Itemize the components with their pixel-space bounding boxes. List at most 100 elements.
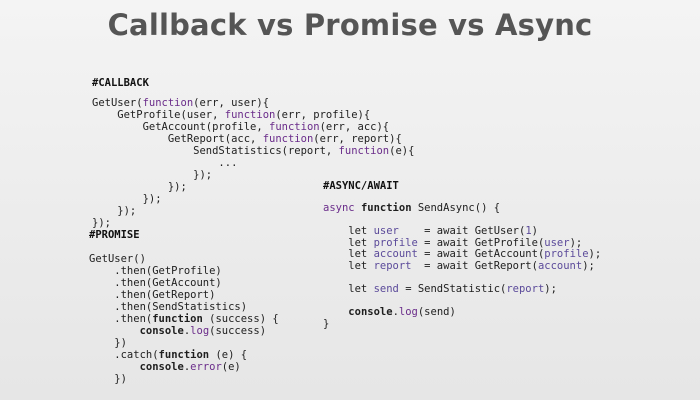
callback-code-line: GetProfile(user, function(err, profile){ bbox=[92, 109, 414, 121]
code-token: .then( bbox=[89, 313, 153, 325]
code-token: (success) bbox=[209, 325, 267, 337]
code-token: .then(GetReport) bbox=[89, 289, 216, 301]
code-token: GetUser( bbox=[92, 97, 143, 109]
code-token: let bbox=[323, 225, 374, 238]
promise-code-line: .then(SendStatistics) bbox=[89, 301, 279, 313]
code-token: (err, acc){ bbox=[319, 121, 390, 133]
code-token: error bbox=[190, 361, 222, 373]
promise-code-line: }) bbox=[89, 373, 279, 385]
code-token: } bbox=[323, 317, 330, 330]
code-token: .catch( bbox=[89, 349, 159, 361]
code-token: profile bbox=[373, 236, 418, 249]
code-token: function bbox=[142, 97, 194, 109]
code-token: SendAsync bbox=[417, 202, 475, 214]
code-token: log bbox=[190, 325, 210, 337]
code-token: GetUser() bbox=[89, 253, 146, 265]
code-token: let bbox=[323, 248, 374, 261]
code-token: send bbox=[373, 283, 399, 296]
code-token: function bbox=[360, 202, 418, 214]
code-token: console bbox=[139, 361, 184, 373]
promise-code-line: }) bbox=[89, 337, 279, 349]
code-token: (e) bbox=[221, 361, 241, 373]
code-token: }); bbox=[92, 205, 137, 217]
async-section-label: #ASYNC/AWAIT bbox=[323, 180, 399, 192]
code-token: = await GetAccount( bbox=[417, 248, 545, 261]
async-code-line: let profile = await GetProfile(user); bbox=[323, 237, 601, 249]
code-token: (e){ bbox=[389, 145, 415, 157]
code-token: }) bbox=[89, 373, 127, 385]
promise-code-line: console.log(success) bbox=[89, 325, 279, 337]
code-token: = await GetProfile( bbox=[417, 236, 545, 249]
code-token: .then(GetAccount) bbox=[89, 277, 222, 289]
promise-code-block: GetUser() .then(GetProfile) .then(GetAcc… bbox=[89, 253, 279, 385]
callback-code-line: SendStatistics(report, function(e){ bbox=[92, 145, 414, 157]
code-token: }); bbox=[92, 217, 111, 229]
code-token: SendStatistics(report, bbox=[92, 145, 339, 157]
callback-code-line: ... bbox=[92, 157, 414, 169]
async-code-line: async function SendAsync() { bbox=[323, 202, 601, 214]
async-code-line: let report = await GetReport(account); bbox=[323, 260, 601, 272]
code-token: (err, profile){ bbox=[275, 109, 371, 121]
async-code-line bbox=[323, 295, 601, 307]
async-code-block: async function SendAsync() { let user = … bbox=[323, 202, 601, 330]
code-token: console bbox=[348, 306, 393, 319]
code-token: function bbox=[262, 133, 314, 145]
code-token: (success) { bbox=[202, 313, 279, 325]
code-token: function bbox=[224, 109, 276, 121]
code-token: .then(SendStatistics) bbox=[89, 301, 248, 313]
promise-code-line: .then(GetReport) bbox=[89, 289, 279, 301]
code-token: ); bbox=[588, 248, 602, 261]
code-token: async bbox=[323, 202, 361, 214]
code-token: (e) { bbox=[209, 349, 248, 361]
code-token: (send) bbox=[417, 306, 456, 319]
code-token: = await GetUser( bbox=[398, 225, 526, 238]
code-token: ... bbox=[92, 157, 238, 169]
code-token: ); bbox=[582, 259, 595, 272]
code-token: function bbox=[269, 121, 320, 133]
callback-code-line: GetAccount(profile, function(err, acc){ bbox=[92, 121, 414, 133]
async-code-line: console.log(send) bbox=[323, 306, 601, 318]
promise-code-line: console.error(e) bbox=[89, 361, 279, 373]
code-token: .then(GetProfile) bbox=[89, 265, 222, 277]
code-token: (err, user){ bbox=[193, 97, 270, 109]
code-token: = await GetReport( bbox=[411, 259, 538, 272]
code-token: = SendStatistic( bbox=[398, 283, 507, 296]
code-token: }); bbox=[92, 169, 213, 181]
code-token: account bbox=[537, 259, 583, 272]
code-token: account bbox=[373, 248, 418, 261]
code-token: console bbox=[139, 325, 184, 337]
code-token: GetReport(acc, bbox=[92, 133, 263, 145]
code-token: ); bbox=[544, 283, 557, 296]
code-token: function bbox=[158, 349, 210, 361]
code-token: function bbox=[338, 145, 390, 157]
promise-code-line: .catch(function (e) { bbox=[89, 349, 279, 361]
async-code-line bbox=[323, 272, 601, 284]
callback-code-line: GetReport(acc, function(err, report){ bbox=[92, 133, 414, 145]
promise-section-label: #PROMISE bbox=[89, 229, 140, 241]
code-token: user bbox=[373, 225, 399, 238]
promise-code-line: .then(GetProfile) bbox=[89, 265, 279, 277]
code-token: let bbox=[323, 236, 374, 249]
code-token: report bbox=[373, 259, 412, 272]
code-token: report bbox=[506, 283, 545, 296]
async-code-line: let send = SendStatistic(report); bbox=[323, 283, 601, 295]
callback-code-line: GetUser(function(err, user){ bbox=[92, 97, 414, 109]
code-token: user bbox=[544, 236, 570, 249]
code-token: ); bbox=[569, 236, 583, 249]
code-token: GetProfile(user, bbox=[92, 109, 225, 121]
slide-title: Callback vs Promise vs Async bbox=[107, 8, 593, 42]
code-token: log bbox=[398, 306, 418, 319]
code-token: function bbox=[152, 313, 203, 325]
code-token: let bbox=[323, 283, 374, 296]
code-token: (err, report){ bbox=[313, 133, 402, 145]
promise-code-line: .then(GetAccount) bbox=[89, 277, 279, 289]
code-token: }) bbox=[89, 337, 127, 349]
async-code-line: let account = await GetAccount(profile); bbox=[323, 248, 601, 260]
code-token: () { bbox=[474, 202, 501, 214]
async-code-line: let user = await GetUser(1) bbox=[323, 225, 601, 237]
code-token: ) bbox=[531, 225, 538, 238]
async-code-line bbox=[323, 214, 601, 226]
